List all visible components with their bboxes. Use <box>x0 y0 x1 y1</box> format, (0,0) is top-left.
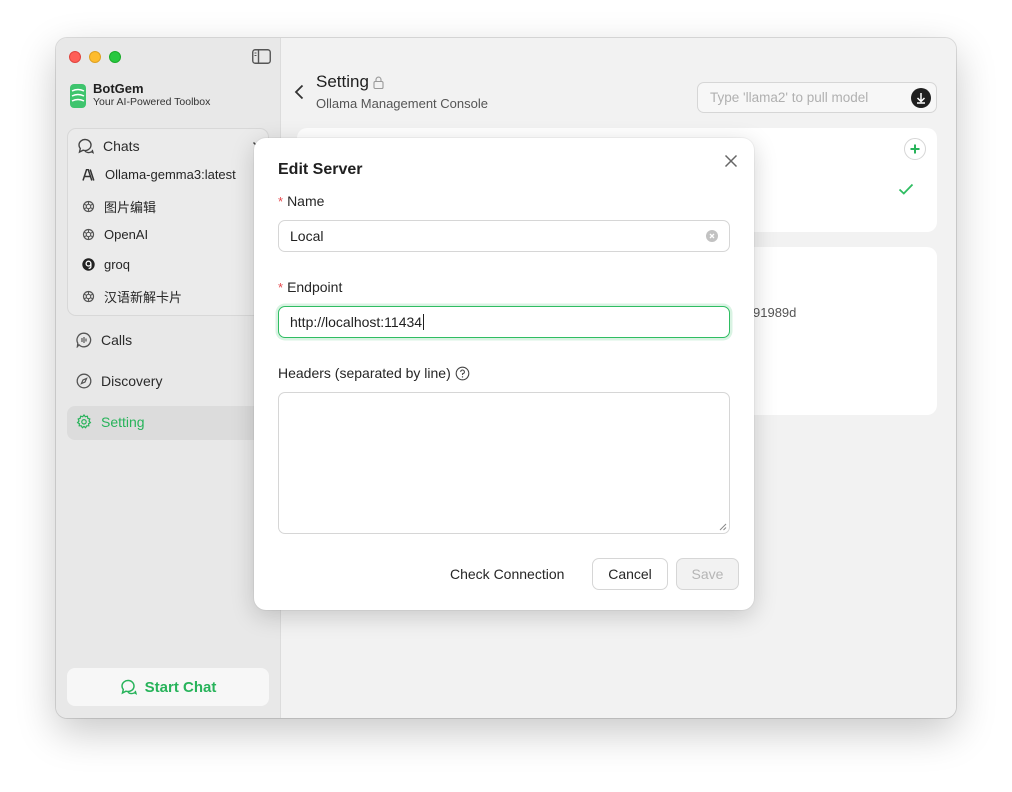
chat-item-label: Ollama-gemma3:latest <box>105 167 236 182</box>
sidebar-toggle-icon[interactable] <box>252 49 271 64</box>
headers-label-text: Headers (separated by line) <box>278 365 451 381</box>
nav-item-discovery[interactable]: Discovery <box>76 373 162 389</box>
nav-item-label: Discovery <box>101 373 163 389</box>
pull-model-placeholder: Type 'llama2' to pull model <box>710 90 869 105</box>
gear-icon <box>76 414 92 429</box>
name-input-value: Local <box>290 228 324 244</box>
dialog-title: Edit Server <box>278 161 363 178</box>
chat-item-label: 图片编辑 <box>104 200 157 215</box>
nav-item-setting[interactable]: Setting <box>76 414 145 430</box>
chat-item-label: groq <box>104 257 131 272</box>
add-server-button[interactable] <box>904 138 926 160</box>
name-input[interactable]: Local <box>278 220 730 252</box>
sidebar: BotGem Your AI-Powered Toolbox Chats Oll… <box>56 38 281 718</box>
save-button[interactable]: Save <box>676 558 739 590</box>
lock-icon <box>373 76 384 89</box>
headers-field-label: Headers (separated by line) <box>278 365 470 381</box>
text-caret <box>423 314 425 330</box>
brand: BotGem Your AI-Powered Toolbox <box>70 82 210 109</box>
check-connection-button[interactable]: Check Connection <box>438 558 576 590</box>
back-arrow-icon[interactable] <box>293 84 305 100</box>
page-title: Setting <box>316 72 384 92</box>
page-title-text: Setting <box>316 72 369 91</box>
anthropic-icon <box>82 168 95 181</box>
required-marker: * <box>278 279 284 295</box>
plus-icon <box>910 144 920 154</box>
start-chat-button[interactable]: Start Chat <box>67 668 269 706</box>
model-digest-text: 91989d <box>753 305 797 320</box>
nav-item-label: Calls <box>101 332 133 348</box>
window-controls <box>69 51 121 63</box>
clear-input-icon[interactable] <box>706 230 718 242</box>
openai-icon <box>82 290 95 303</box>
chat-item-label: 汉语新解卡片 <box>104 290 183 305</box>
chat-item-openai[interactable]: OpenAI <box>82 227 148 242</box>
page-subtitle: Ollama Management Console <box>316 96 488 111</box>
edit-server-dialog: Edit Server * Name Local * Endpoint http… <box>254 138 754 610</box>
chat-item-chinese-card[interactable]: 汉语新解卡片 <box>82 287 182 306</box>
cancel-button[interactable]: Cancel <box>592 558 668 590</box>
close-window-button[interactable] <box>69 51 81 63</box>
start-chat-label: Start Chat <box>144 678 217 696</box>
brand-name: BotGem <box>93 81 144 96</box>
compass-icon <box>76 373 92 389</box>
chat-item-image-edit[interactable]: 图片编辑 <box>82 197 156 216</box>
calls-icon <box>76 332 92 348</box>
chat-bubble-icon <box>120 679 137 695</box>
chat-bubble-icon <box>78 138 94 154</box>
headers-textarea[interactable] <box>278 392 730 534</box>
openai-icon <box>82 228 95 241</box>
minimize-window-button[interactable] <box>89 51 101 63</box>
nav-item-label: Setting <box>101 414 145 430</box>
pull-model-input[interactable]: Type 'llama2' to pull model <box>697 82 937 113</box>
checkmark-icon <box>898 183 914 195</box>
groq-icon <box>82 258 95 271</box>
chats-header[interactable]: Chats <box>77 138 140 154</box>
chat-item-ollama-gemma3[interactable]: Ollama-gemma3:latest <box>82 167 236 182</box>
endpoint-label-text: Endpoint <box>287 279 343 295</box>
download-button[interactable] <box>911 88 931 108</box>
endpoint-input[interactable]: http://localhost:11434 <box>278 306 730 338</box>
botgem-logo-icon <box>70 83 86 108</box>
resize-grip-icon[interactable] <box>718 522 727 531</box>
chats-label: Chats <box>103 138 140 154</box>
chat-item-groq[interactable]: groq <box>82 257 130 272</box>
brand-tagline: Your AI-Powered Toolbox <box>93 96 211 108</box>
nav-item-calls[interactable]: Calls <box>76 332 132 348</box>
name-field-label: * Name <box>278 193 324 209</box>
help-icon[interactable] <box>455 366 470 381</box>
zoom-window-button[interactable] <box>109 51 121 63</box>
endpoint-input-value: http://localhost:11434 <box>290 314 423 330</box>
openai-icon <box>82 200 95 213</box>
required-marker: * <box>278 193 284 209</box>
endpoint-field-label: * Endpoint <box>278 279 342 295</box>
chats-panel: Chats Ollama-gemma3:latest 图片编辑 OpenAI g… <box>67 128 269 316</box>
chat-item-label: OpenAI <box>104 227 149 242</box>
close-icon[interactable] <box>724 154 738 168</box>
download-icon <box>916 93 926 104</box>
name-label-text: Name <box>287 193 325 209</box>
clear-x-icon <box>709 233 715 239</box>
